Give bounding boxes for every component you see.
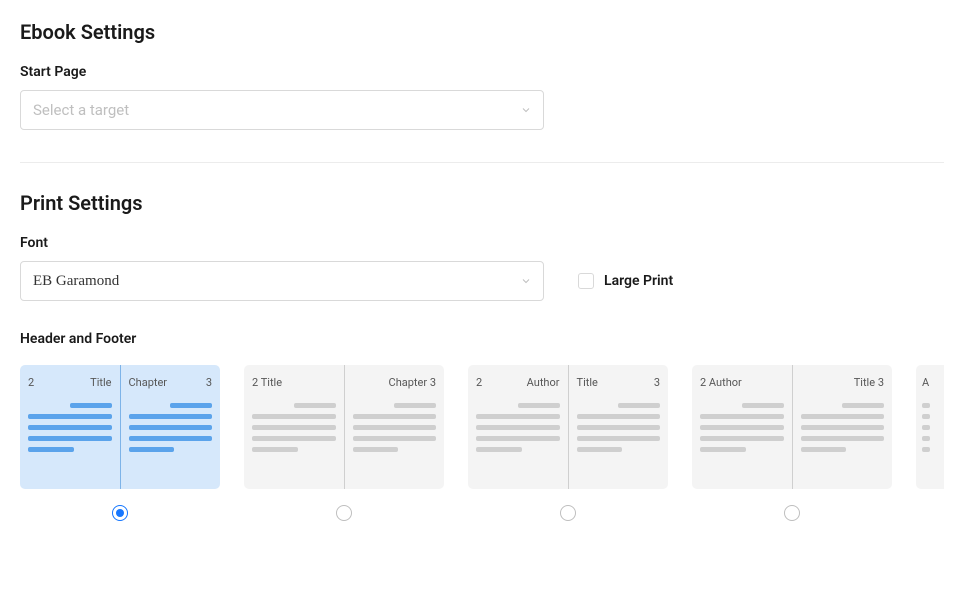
section-divider [20, 162, 944, 163]
hf-card[interactable]: A [916, 365, 944, 489]
start-page-select[interactable]: Select a target [20, 90, 544, 130]
hf-header-right: Title 3 [577, 375, 661, 389]
hf-text-lines [252, 403, 336, 452]
large-print-label: Large Print [604, 273, 673, 289]
ebook-settings-section: Ebook Settings Start Page Select a targe… [20, 20, 944, 130]
ebook-settings-title: Ebook Settings [20, 20, 944, 44]
header-footer-section: Header and Footer 2 Title [20, 331, 944, 535]
hf-header-right: Chapter 3 [129, 375, 213, 389]
hf-radio[interactable] [336, 505, 352, 521]
large-print-checkbox[interactable] [578, 273, 594, 289]
hf-option-3: 2 Author Title 3 [468, 365, 668, 521]
hf-page-right: Title 3 [569, 365, 669, 489]
header-footer-options[interactable]: 2 Title Chapter 3 [20, 365, 944, 535]
print-settings-section: Print Settings Font EB Garamond Large Pr… [20, 191, 944, 301]
hf-option-2: 2 Title Chapter 3 [244, 365, 444, 521]
hf-text-lines [922, 403, 944, 452]
hf-card[interactable]: 2 Title Chapter 3 [20, 365, 220, 489]
hf-header-left: 2 Title [252, 375, 336, 389]
hf-option-4: 2 Author Title 3 [692, 365, 892, 521]
hf-page-left: 2 Title [20, 365, 121, 489]
hf-text-lines [129, 403, 213, 452]
hf-page-left: 2 Author [692, 365, 793, 489]
hf-text-lines [476, 403, 560, 452]
start-page-placeholder: Select a target [33, 101, 129, 119]
start-page-select-wrapper: Select a target [20, 90, 544, 130]
font-label: Font [20, 235, 944, 251]
hf-page-right: Chapter 3 [121, 365, 221, 489]
hf-page-right: Title 3 [793, 365, 893, 489]
hf-text-lines [700, 403, 784, 452]
hf-text-lines [577, 403, 661, 452]
font-select[interactable]: EB Garamond [20, 261, 544, 301]
hf-header-right: Title 3 [801, 375, 885, 389]
hf-page-left: 2 Author [468, 365, 569, 489]
hf-page-right: Chapter 3 [345, 365, 445, 489]
hf-header-left: 2 Title [28, 375, 112, 389]
hf-text-lines [353, 403, 437, 452]
hf-header-left: 2 Author [700, 375, 784, 389]
hf-card[interactable]: 2 Author Title 3 [468, 365, 668, 489]
hf-radio[interactable] [784, 505, 800, 521]
hf-header-left: A [922, 375, 944, 389]
font-select-wrapper: EB Garamond [20, 261, 544, 301]
hf-radio[interactable] [560, 505, 576, 521]
hf-radio[interactable] [112, 505, 128, 521]
hf-text-lines [28, 403, 112, 452]
font-value: EB Garamond [33, 273, 119, 290]
print-settings-title: Print Settings [20, 191, 944, 215]
hf-header-right: Chapter 3 [353, 375, 437, 389]
start-page-label: Start Page [20, 64, 944, 80]
hf-option-5-truncated: A [916, 365, 944, 521]
hf-card[interactable]: 2 Title Chapter 3 [244, 365, 444, 489]
large-print-group: Large Print [578, 273, 673, 289]
hf-text-lines [801, 403, 885, 452]
header-footer-label: Header and Footer [20, 331, 944, 347]
hf-option-1: 2 Title Chapter 3 [20, 365, 220, 521]
hf-card[interactable]: 2 Author Title 3 [692, 365, 892, 489]
font-row: EB Garamond Large Print [20, 261, 944, 301]
hf-header-left: 2 Author [476, 375, 560, 389]
hf-page-left: 2 Title [244, 365, 345, 489]
